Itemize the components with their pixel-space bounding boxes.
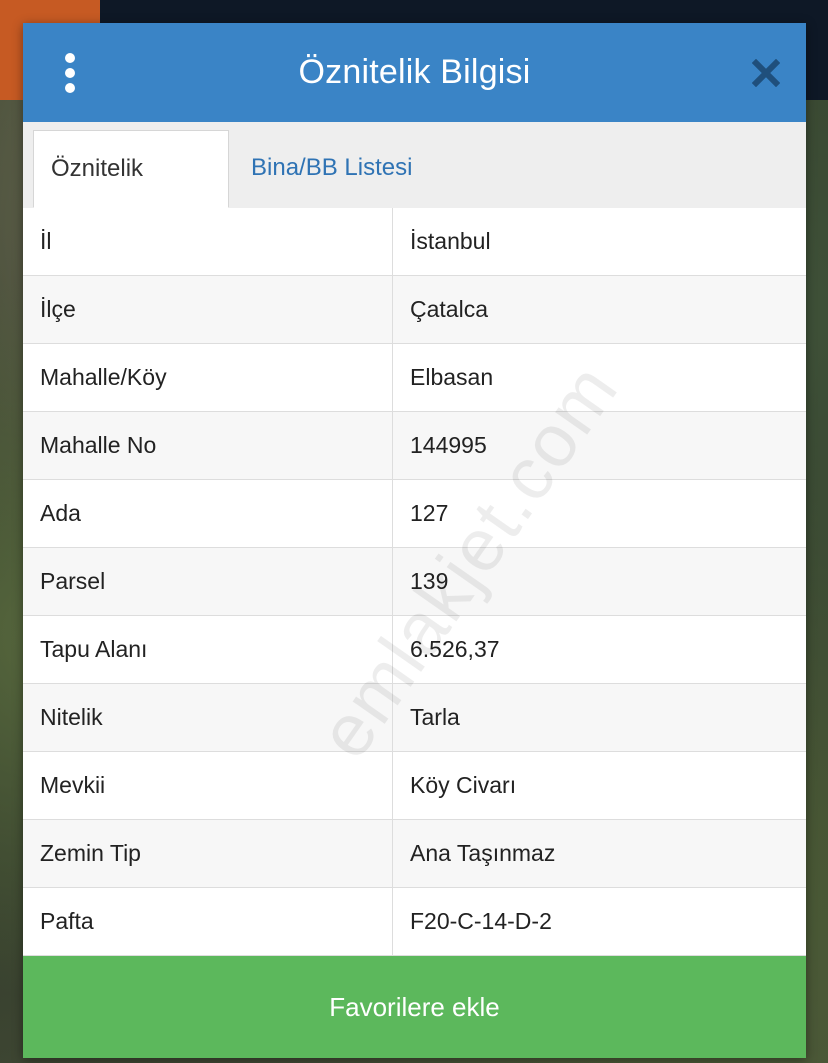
table-row: Tapu Alanı 6.526,37 — [23, 616, 806, 684]
attribute-info-modal: Öznitelik Bilgisi Öznitelik Bilgisi Bina… — [23, 23, 806, 1058]
table-row: Parsel 139 — [23, 548, 806, 616]
attribute-value: İstanbul — [410, 228, 491, 254]
table-row: Nitelik Tarla — [23, 684, 806, 752]
attribute-key: Mahalle/Köy — [23, 344, 393, 411]
tab-attribute-info[interactable]: Öznitelik Bilgisi — [33, 130, 229, 258]
attribute-value: Tarla — [410, 704, 460, 730]
table-row: İl İstanbul — [23, 208, 806, 276]
attribute-value: 139 — [410, 568, 449, 594]
attribute-value: 144995 — [410, 432, 487, 458]
table-row: İlçe Çatalca — [23, 276, 806, 344]
attribute-key: İlçe — [23, 276, 393, 343]
attribute-value: Ana Taşınmaz — [410, 840, 556, 866]
add-to-favorites-button[interactable]: Favorilere ekle — [23, 956, 806, 1058]
attribute-value: 6.526,37 — [410, 636, 500, 662]
attribute-key: Mahalle No — [23, 412, 393, 479]
attribute-value: Köy Civarı — [410, 772, 517, 798]
table-row: Mahalle No 144995 — [23, 412, 806, 480]
attribute-value: Elbasan — [410, 364, 494, 390]
attribute-value: F20-C-14-D-2 — [410, 908, 552, 934]
attribute-key: Mevkii — [23, 752, 393, 819]
table-row: Zemin Tip Ana Taşınmaz — [23, 820, 806, 888]
attribute-value: 127 — [410, 500, 449, 526]
table-row: Ada 127 — [23, 480, 806, 548]
attribute-key: İl — [23, 208, 393, 275]
attribute-key: Tapu Alanı — [23, 616, 393, 683]
attribute-table: İl İstanbul İlçe Çatalca Mahalle/Köy Elbasan M… — [23, 208, 806, 956]
attribute-key: Nitelik — [23, 684, 393, 751]
attribute-value: Çatalca — [410, 296, 488, 322]
attribute-key: Ada — [23, 480, 393, 547]
attribute-key: Zemin Tip — [23, 820, 393, 887]
table-row: Mahalle/Köy Elbasan — [23, 344, 806, 412]
table-row: Mevkii Köy Civarı — [23, 752, 806, 820]
attribute-key: Parsel — [23, 548, 393, 615]
table-row: Pafta F20-C-14-D-2 — [23, 888, 806, 956]
modal-title: Öznitelik Bilgisi — [298, 53, 531, 91]
attribute-key: Pafta — [23, 888, 393, 955]
close-icon[interactable] — [751, 58, 781, 88]
modal-header: Öznitelik Bilgisi — [23, 23, 806, 122]
